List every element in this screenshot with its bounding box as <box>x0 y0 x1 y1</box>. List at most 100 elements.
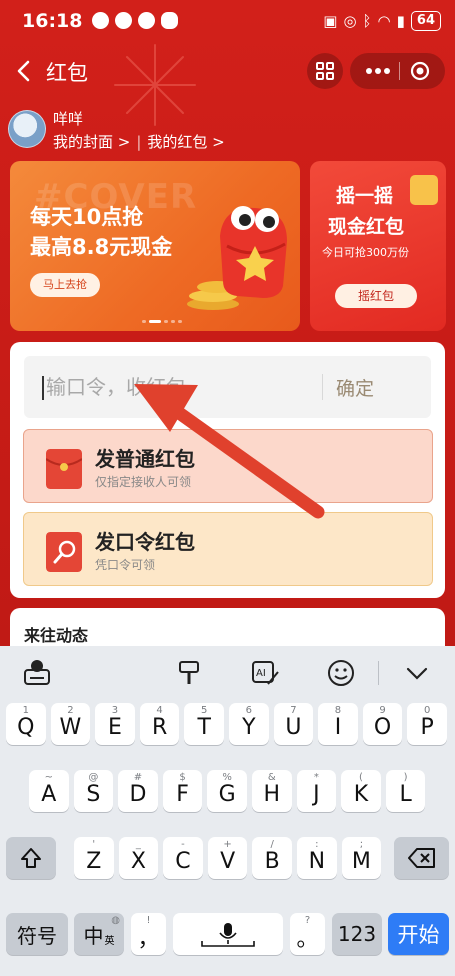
key-r[interactable]: 4R <box>139 703 180 745</box>
envelope-icon <box>410 175 438 205</box>
key-x[interactable]: _ X <box>118 837 159 879</box>
key-z[interactable]: ' Z <box>74 837 114 879</box>
collapse-keyboard-icon[interactable] <box>402 658 432 688</box>
key-i[interactable]: 8I <box>318 703 358 745</box>
key-hint: 9 <box>379 705 386 716</box>
shift-key[interactable] <box>6 837 56 879</box>
app-notification-icon <box>92 12 109 29</box>
more-icon[interactable] <box>364 60 392 82</box>
key-u[interactable]: 7U <box>273 703 314 745</box>
key-y[interactable]: 6Y <box>229 703 269 745</box>
key-d[interactable]: # D <box>118 770 158 812</box>
paint-brush-icon[interactable] <box>174 658 204 688</box>
key-m[interactable]: ; M <box>341 837 382 879</box>
key-label: V <box>220 848 236 874</box>
shake-banner[interactable]: 摇一摇 现金红包 今日可抢300万份 摇红包 <box>310 161 446 331</box>
key-q[interactable]: 1Q <box>6 703 46 745</box>
close-miniapp-icon[interactable] <box>410 61 430 81</box>
input-divider <box>322 374 323 400</box>
system-icons: ▣ ◎ ᛒ ◠ ▮ 64 <box>323 11 441 31</box>
recent-activity-section: 来往动态 <box>10 608 445 646</box>
key-hint: & <box>267 772 276 783</box>
period-key[interactable]: ? 。 <box>290 913 325 955</box>
command-input[interactable] <box>46 370 316 404</box>
app-notification-icon <box>138 12 155 29</box>
key-label: R <box>151 714 168 740</box>
key-p[interactable]: 0P <box>407 703 447 745</box>
key-c[interactable]: -C <box>163 837 203 879</box>
status-time: 16:18 <box>22 10 83 32</box>
key-l[interactable]: ) L <box>385 770 426 812</box>
app-notification-icon <box>115 12 132 29</box>
my-cover-link[interactable]: 我的封面 > <box>53 131 130 152</box>
my-redpacket-link[interactable]: 我的红包 > <box>147 131 224 152</box>
key-f[interactable]: $ F <box>162 770 203 812</box>
key-hint: # <box>133 772 143 783</box>
key-hint: ~ <box>44 772 53 783</box>
key-g[interactable]: % G <box>207 770 247 812</box>
send-normal-redpacket[interactable]: 发普通红包 仅指定接收人可领 <box>23 429 433 503</box>
back-arrow-icon[interactable] <box>12 56 36 86</box>
eye-icon <box>161 12 178 29</box>
command-input-box[interactable]: 确定 <box>24 356 431 418</box>
command-redpacket-subtitle: 凭口令可领 <box>95 558 156 572</box>
comma-key[interactable]: ! ， <box>131 913 166 955</box>
key-hint: - <box>181 839 185 850</box>
key-n[interactable]: :N <box>297 837 337 879</box>
key-t[interactable]: 5T <box>184 703 224 745</box>
numbers-label: 123 <box>337 922 377 946</box>
key-label: S <box>86 781 101 807</box>
link-divider: | <box>136 132 142 151</box>
avatar[interactable] <box>8 110 46 148</box>
key-s[interactable]: @ S <box>73 770 114 812</box>
key-hint: 8 <box>334 705 342 716</box>
daily-grab-banner[interactable]: #COVER 每天10点抢 最高8.8元现金 马上去抢 <box>10 161 300 331</box>
key-label: Q <box>17 714 35 740</box>
command-redpacket-title: 发口令红包 <box>95 530 195 554</box>
backspace-icon <box>407 848 435 868</box>
language-switch-key[interactable]: 中 英 ◍ <box>74 913 124 955</box>
keyboard: AI 1 Q 2 W 3 E 4 R 5 T 6 Y 7 U 8 I 9 O 0 P ~ A @ S # D $ F% G & H * J(K)… <box>0 646 455 976</box>
key-label: T <box>197 714 211 740</box>
space-key[interactable] <box>173 913 283 955</box>
key-b[interactable]: / B <box>252 837 292 879</box>
symbols-key[interactable]: 符号 <box>6 913 68 955</box>
backspace-key[interactable] <box>394 837 449 879</box>
key-hint: 3 <box>111 705 119 716</box>
key-v[interactable]: + V <box>207 837 248 879</box>
ai-writing-icon[interactable]: AI <box>250 658 280 688</box>
shake-button[interactable]: 摇红包 <box>335 284 417 308</box>
keyboard-settings-icon[interactable] <box>22 658 52 688</box>
key-label: G <box>218 781 236 807</box>
key-hint: + <box>223 839 232 850</box>
key-h[interactable]: & H <box>252 770 292 812</box>
key-j[interactable]: * J <box>296 770 337 812</box>
confirm-button[interactable]: 确定 <box>336 374 374 401</box>
grab-now-button[interactable]: 马上去抢 <box>30 273 100 297</box>
key-hint: @ <box>88 772 99 783</box>
key-e[interactable]: 3E <box>95 703 135 745</box>
period-key-hint: ? <box>304 915 311 926</box>
key-label: N <box>308 848 326 874</box>
send-command-redpacket[interactable]: 发口令红包 凭口令可领 <box>23 512 433 586</box>
key-label: B <box>264 848 280 874</box>
symbols-label: 符号 <box>17 923 57 948</box>
lang-label: 中 <box>83 923 104 948</box>
key-label: I <box>334 714 342 740</box>
key-hint: ; <box>359 839 364 850</box>
key-w[interactable]: 2W <box>50 703 91 745</box>
recent-activity-label: 来往动态 <box>24 626 89 645</box>
key-label: C <box>175 848 191 874</box>
scan-button[interactable] <box>307 53 343 89</box>
key-o[interactable]: 9O <box>362 703 403 745</box>
key-a[interactable]: ~ A <box>29 770 69 812</box>
start-key[interactable]: 开始 <box>388 913 449 955</box>
key-label: A <box>41 781 57 807</box>
key-label: F <box>176 781 189 807</box>
emoji-icon[interactable] <box>326 658 356 688</box>
key-hint: 6 <box>245 705 252 716</box>
text-caret <box>42 376 44 400</box>
key-label: E <box>108 714 122 740</box>
key-k[interactable]: (K <box>341 770 381 812</box>
numbers-key[interactable]: 123 <box>332 913 382 955</box>
